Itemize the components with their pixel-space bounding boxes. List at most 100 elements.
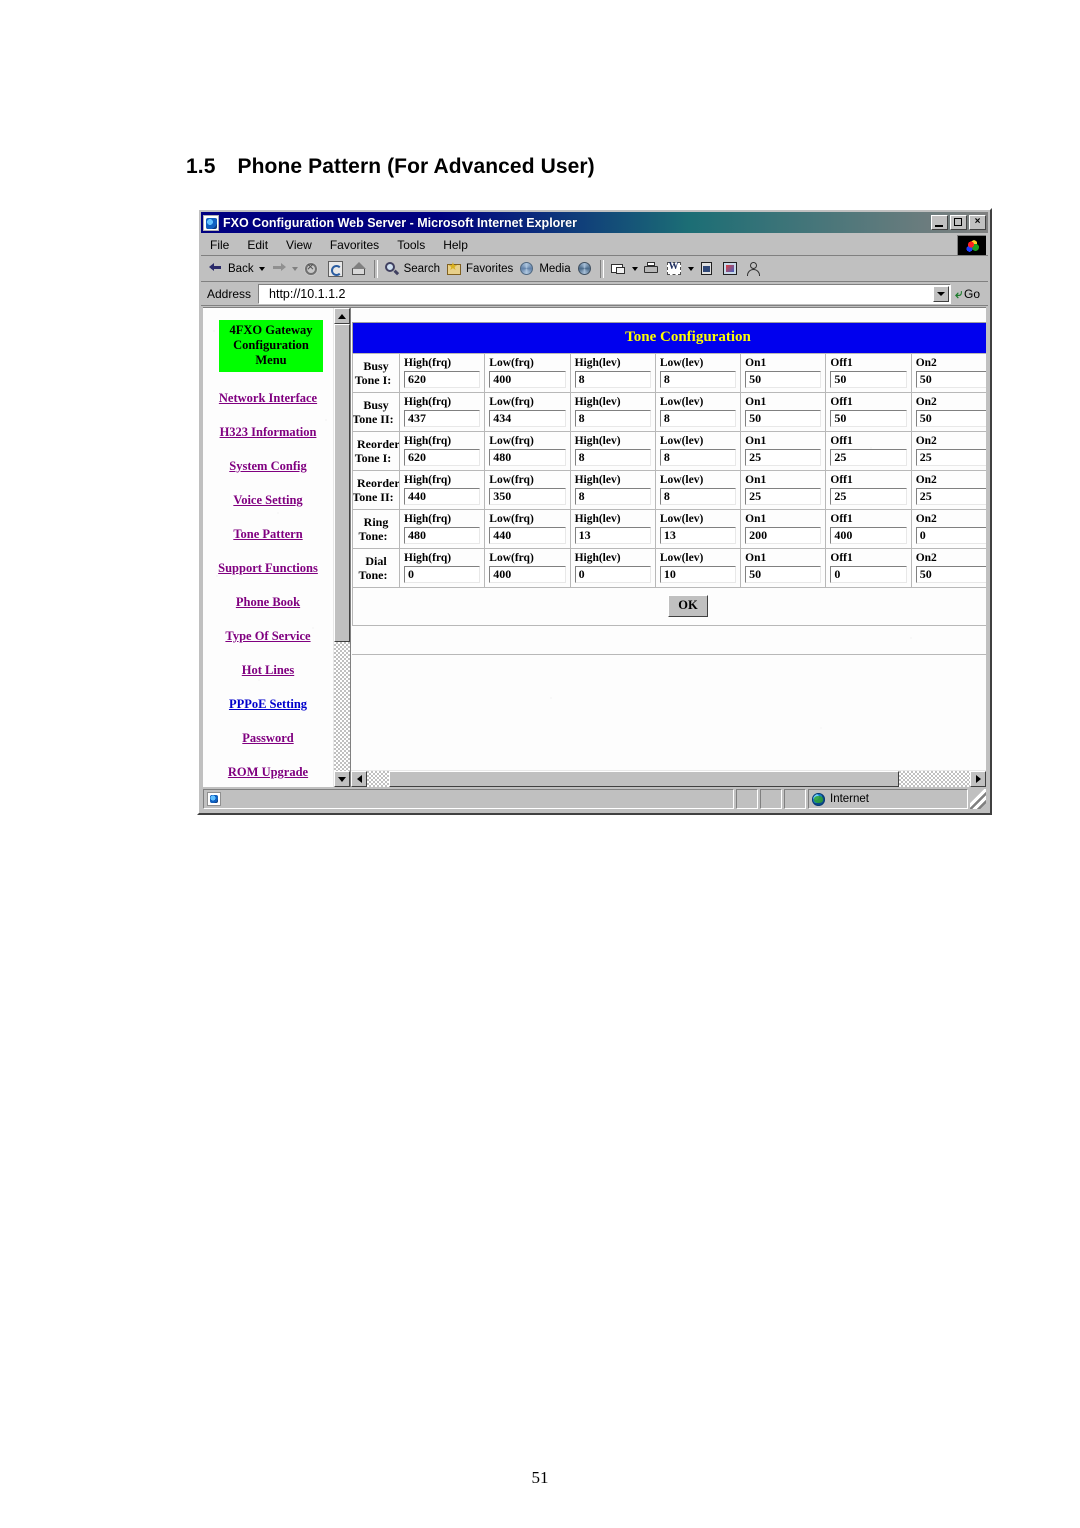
mail-button[interactable] — [607, 260, 630, 278]
input-reorder2-low-frq[interactable]: 350 — [489, 488, 566, 505]
hscroll-track[interactable] — [367, 771, 970, 787]
input-dial-on1[interactable]: 50 — [745, 566, 822, 583]
sidebar-item-support-functions[interactable]: Support Functions — [203, 561, 333, 576]
back-button[interactable]: Back — [205, 260, 257, 278]
input-reorder2-on1[interactable]: 25 — [745, 488, 822, 505]
back-dropdown-icon[interactable] — [258, 266, 265, 271]
address-dropdown-button[interactable] — [932, 285, 949, 302]
stop-button[interactable] — [300, 259, 323, 278]
menu-view[interactable]: View — [277, 237, 321, 253]
input-dial-off1[interactable]: 0 — [830, 566, 907, 583]
sidebar-item-type-of-service[interactable]: Type Of Service — [203, 629, 333, 644]
input-ring-on1[interactable]: 200 — [745, 527, 822, 544]
navigation-frame-scrollbar[interactable] — [333, 308, 350, 787]
input-busy2-off1[interactable]: 50 — [830, 410, 907, 427]
hscroll-thumb[interactable] — [389, 771, 899, 787]
refresh-button[interactable] — [323, 260, 348, 278]
input-busy1-on1[interactable]: 50 — [745, 371, 822, 388]
discuss-icon — [699, 261, 716, 277]
history-button[interactable] — [574, 260, 597, 278]
input-ring-low-frq[interactable]: 440 — [489, 527, 566, 544]
input-ring-high-lev[interactable]: 13 — [574, 527, 651, 544]
input-busy1-low-lev[interactable]: 8 — [659, 371, 737, 388]
go-button[interactable]: ⤷ Go — [951, 286, 986, 302]
print-button[interactable] — [640, 260, 663, 278]
input-ring-low-lev[interactable]: 13 — [659, 527, 737, 544]
input-dial-on2[interactable]: 50 — [915, 566, 986, 583]
scroll-up-button[interactable] — [334, 308, 350, 324]
input-dial-low-lev[interactable]: 10 — [659, 566, 737, 583]
scroll-thumb[interactable] — [334, 324, 350, 642]
sidebar-item-tone-pattern[interactable]: Tone Pattern — [203, 527, 333, 542]
input-reorder1-high-frq[interactable]: 620 — [404, 449, 481, 466]
input-ring-on2[interactable]: 0 — [915, 527, 986, 544]
forward-button[interactable] — [267, 260, 290, 278]
mail-dropdown-icon[interactable] — [631, 266, 638, 271]
browser-window: FXO Configuration Web Server - Microsoft… — [197, 208, 992, 815]
scroll-down-button[interactable] — [334, 771, 350, 787]
edit-dropdown-icon[interactable] — [687, 266, 694, 271]
input-reorder1-on2[interactable]: 25 — [915, 449, 986, 466]
menu-edit[interactable]: Edit — [238, 237, 277, 253]
input-busy1-high-lev[interactable]: 8 — [574, 371, 651, 388]
scroll-right-button[interactable] — [970, 771, 986, 787]
favorites-button[interactable]: Favorites — [443, 260, 516, 278]
scroll-left-button[interactable] — [351, 771, 367, 787]
input-reorder1-high-lev[interactable]: 8 — [574, 449, 651, 466]
input-busy2-on1[interactable]: 50 — [745, 410, 822, 427]
content-frame-hscrollbar[interactable] — [351, 770, 986, 787]
minimize-button[interactable] — [931, 215, 948, 230]
address-input[interactable]: http://10.1.1.2 — [258, 283, 951, 304]
scroll-track[interactable] — [334, 324, 350, 771]
input-reorder2-high-lev[interactable]: 8 — [574, 488, 651, 505]
input-reorder1-off1[interactable]: 25 — [830, 449, 907, 466]
messenger-button[interactable] — [719, 260, 742, 278]
maximize-button[interactable] — [950, 215, 967, 230]
input-busy1-on2[interactable]: 50 — [915, 371, 986, 388]
menu-help[interactable]: Help — [434, 237, 477, 253]
ok-button[interactable]: OK — [668, 595, 708, 617]
input-ring-high-frq[interactable]: 480 — [404, 527, 481, 544]
sidebar-item-network-interface[interactable]: Network Interface — [203, 391, 333, 406]
input-reorder2-high-frq[interactable]: 440 — [404, 488, 481, 505]
input-busy2-low-lev[interactable]: 8 — [659, 410, 737, 427]
person-button[interactable] — [742, 260, 765, 278]
input-busy1-high-frq[interactable]: 620 — [404, 371, 481, 388]
sidebar-item-h323-information[interactable]: H323 Information — [203, 425, 333, 440]
input-reorder2-on2[interactable]: 25 — [915, 488, 986, 505]
input-busy2-high-lev[interactable]: 8 — [574, 410, 651, 427]
input-busy1-low-frq[interactable]: 400 — [489, 371, 566, 388]
input-dial-high-frq[interactable]: 0 — [404, 566, 481, 583]
menu-file[interactable]: File — [201, 237, 238, 253]
sidebar-item-pppoe-setting[interactable]: PPPoE Setting — [203, 697, 333, 712]
input-busy2-high-frq[interactable]: 437 — [404, 410, 481, 427]
search-button[interactable]: Search — [381, 260, 443, 278]
sidebar-item-rom-upgrade[interactable]: ROM Upgrade — [203, 765, 333, 780]
input-reorder1-low-lev[interactable]: 8 — [659, 449, 737, 466]
input-dial-high-lev[interactable]: 0 — [574, 566, 651, 583]
sidebar-item-password[interactable]: Password — [203, 731, 333, 746]
security-zone-pane[interactable]: Internet — [808, 789, 968, 809]
input-busy1-off1[interactable]: 50 — [830, 371, 907, 388]
cell-high-frq: High(frq) 437 — [398, 392, 486, 432]
edit-button[interactable] — [663, 260, 686, 278]
input-busy2-low-frq[interactable]: 434 — [489, 410, 566, 427]
input-busy2-on2[interactable]: 50 — [915, 410, 986, 427]
input-ring-off1[interactable]: 400 — [830, 527, 907, 544]
close-button[interactable]: × — [969, 215, 986, 230]
sidebar-item-phone-book[interactable]: Phone Book — [203, 595, 333, 610]
media-button[interactable]: Media — [516, 260, 573, 278]
resize-grip[interactable] — [970, 789, 986, 809]
discuss-button[interactable] — [696, 260, 719, 278]
sidebar-item-voice-setting[interactable]: Voice Setting — [203, 493, 333, 508]
sidebar-item-hot-lines[interactable]: Hot Lines — [203, 663, 333, 678]
input-dial-low-frq[interactable]: 400 — [489, 566, 566, 583]
sidebar-item-system-config[interactable]: System Config — [203, 459, 333, 474]
input-reorder1-on1[interactable]: 25 — [745, 449, 822, 466]
menu-tools[interactable]: Tools — [388, 237, 434, 253]
input-reorder2-low-lev[interactable]: 8 — [659, 488, 737, 505]
home-button[interactable] — [348, 260, 371, 278]
menu-favorites[interactable]: Favorites — [321, 237, 388, 253]
input-reorder2-off1[interactable]: 25 — [830, 488, 907, 505]
input-reorder1-low-frq[interactable]: 480 — [489, 449, 566, 466]
